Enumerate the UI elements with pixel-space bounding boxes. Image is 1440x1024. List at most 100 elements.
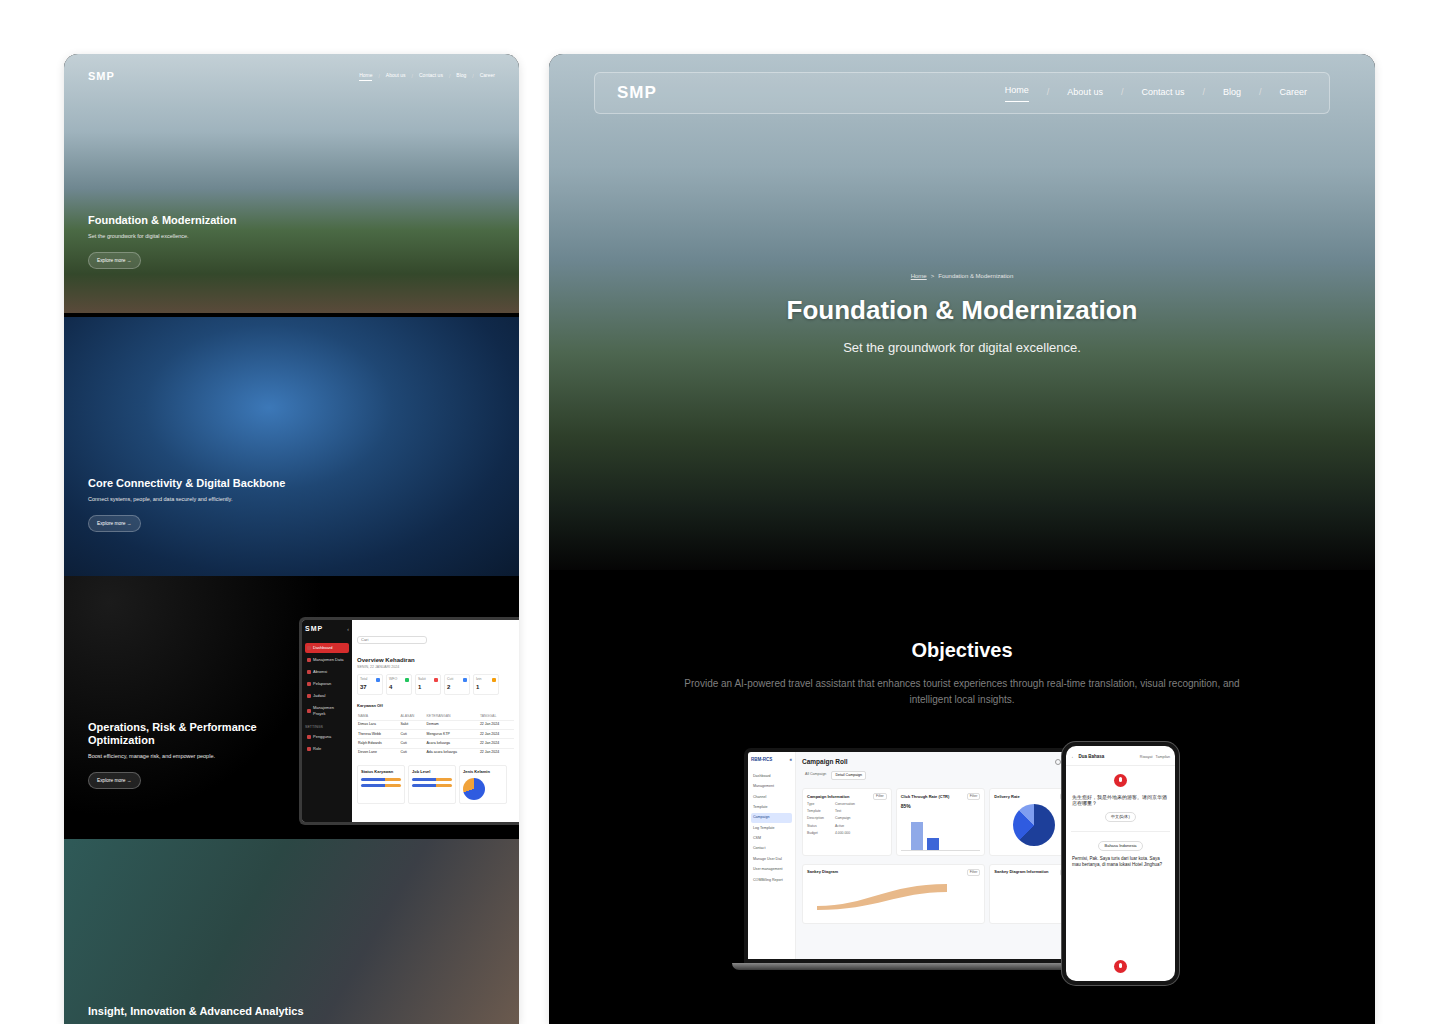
- sidebar-item[interactable]: User management: [751, 865, 792, 874]
- sidebar-item[interactable]: Pengguna: [305, 732, 349, 742]
- stat-label: Cuti: [447, 677, 453, 682]
- table-row[interactable]: Devon LaneCutiAda acara keluarga22 Jan 2…: [357, 748, 514, 757]
- section-subtitle: Connect systems, people, and data secure…: [88, 495, 495, 503]
- search-field[interactable]: [357, 636, 427, 644]
- table-cell: Theresa Webb: [357, 730, 399, 739]
- sidebar-item[interactable]: Channel: [751, 793, 792, 802]
- sidebar-item[interactable]: Log Template: [751, 824, 792, 833]
- breadcrumb-separator: >: [931, 272, 935, 281]
- feature-section: Insight, Innovation & Advanced Analytics: [64, 839, 519, 1024]
- source-language[interactable]: Bahasa Indonesia: [1098, 841, 1142, 851]
- spacer: [88, 853, 495, 1005]
- stat-icon: [376, 678, 380, 682]
- microphone-button[interactable]: [1114, 960, 1127, 973]
- sidebar-label: Dashboard: [313, 645, 333, 651]
- nav-link[interactable]: Contact us: [1141, 86, 1184, 101]
- table-cell: 22 Jan 2024: [479, 730, 514, 739]
- sidebar-item[interactable]: Manajemen Data: [305, 655, 349, 665]
- table-row[interactable]: Theresa WebbCutiMengurus KTP22 Jan 2024: [357, 730, 514, 739]
- info-key: Budget: [807, 831, 831, 836]
- logo[interactable]: SMP: [305, 624, 323, 635]
- microphone-button[interactable]: [1114, 774, 1127, 787]
- explore-button[interactable]: Explore more →: [88, 515, 141, 532]
- collapse-button[interactable]: «: [789, 757, 792, 764]
- collapse-button[interactable]: ‹: [347, 626, 349, 634]
- bell-icon[interactable]: [1055, 759, 1061, 765]
- history-button[interactable]: Riwayat: [1140, 755, 1153, 760]
- stat-icon: [434, 678, 438, 682]
- info-value: Active: [835, 824, 844, 829]
- breadcrumb-home[interactable]: Home: [911, 272, 927, 281]
- sidebar-item[interactable]: Template: [751, 803, 792, 812]
- tabs: All CampaignDetail Campaign: [802, 771, 1079, 780]
- menu-icon: [307, 682, 311, 686]
- section-title: Core Connectivity & Digital Backbone: [88, 477, 495, 490]
- sidebar-item[interactable]: COMBilling Report: [751, 876, 792, 885]
- tab[interactable]: All Campaign: [802, 771, 829, 780]
- section-title: Operations, Risk & Performance Optimizat…: [88, 721, 263, 747]
- sidebar-item[interactable]: CSM: [751, 834, 792, 843]
- stat-head: WFO: [389, 677, 409, 682]
- sidebar-item[interactable]: Management: [751, 782, 792, 791]
- nav-link[interactable]: Contact us: [419, 72, 443, 81]
- column-header: ALASAN: [399, 713, 425, 721]
- table-cell: 22 Jan 2024: [479, 739, 514, 748]
- tab[interactable]: Detail Campaign: [831, 771, 866, 780]
- table-head: NAMAALASANKETERANGANTANGGAL: [357, 713, 514, 721]
- sidebar-item[interactable]: Dashboard: [305, 643, 349, 653]
- filter-button[interactable]: Filter: [967, 793, 981, 800]
- top-nav: SMPHome/About us/Contact us/Blog/Career: [88, 68, 495, 85]
- sidebar-item[interactable]: Dashboard: [751, 772, 792, 781]
- hero-section: SMPHome/About us/Contact us/Blog/CareerH…: [549, 54, 1375, 570]
- explore-button[interactable]: Explore more →: [88, 252, 141, 269]
- table-row[interactable]: Dimas LaraSakitDemam22 Jan 2024: [357, 720, 514, 729]
- top-nav: SMPHome/About us/Contact us/Blog/Career: [594, 72, 1330, 114]
- nav-link[interactable]: Home: [359, 72, 372, 82]
- table-row[interactable]: Ralph EdwardsCutiAcara keluarga22 Jan 20…: [357, 739, 514, 748]
- filter-button[interactable]: Filter: [873, 793, 887, 800]
- sidebar-item[interactable]: Campaign: [751, 813, 792, 822]
- cards-row: Sankey DiagramFilterSankey Diagram Infor…: [800, 860, 1081, 924]
- sidebar-label: Manajemen Data: [313, 657, 343, 663]
- cards-row: Status KaryawanJob LevelJenis Kelamin: [357, 765, 514, 804]
- nav-separator: /: [412, 73, 413, 81]
- sidebar-item[interactable]: Jadwal: [305, 691, 349, 701]
- nav-link[interactable]: About us: [1067, 86, 1103, 101]
- section-subtitle: Set the groundwork for digital excellenc…: [88, 232, 495, 240]
- logo[interactable]: SMP: [617, 80, 657, 106]
- divider: [1071, 831, 1170, 832]
- breadcrumb: Home>Foundation & Modernization: [911, 272, 1014, 281]
- explore-button[interactable]: Explore more →: [88, 772, 141, 789]
- stat-card: WFO4: [386, 674, 412, 694]
- nav-link[interactable]: Blog: [456, 72, 466, 81]
- table-cell: Cuti: [399, 739, 425, 748]
- stat-card: Izin1: [473, 674, 499, 694]
- nav-link[interactable]: About us: [386, 72, 406, 81]
- back-button[interactable]: ←: [1071, 754, 1076, 761]
- display-button[interactable]: Tampilan: [1156, 755, 1170, 760]
- app-main: Campaign Roll All CampaignDetail Campaign…: [796, 752, 1085, 959]
- menu-icon: [307, 747, 311, 751]
- nav-link[interactable]: Blog: [1223, 86, 1241, 101]
- info-row: TemplateTest: [807, 809, 887, 814]
- stat-card: Cuti2: [444, 674, 470, 694]
- logo[interactable]: SMP: [88, 68, 115, 85]
- sidebar-item[interactable]: Manage User Dial: [751, 855, 792, 864]
- status-bar: [412, 784, 452, 787]
- nav-link[interactable]: Home: [1005, 84, 1029, 102]
- stat-value: 1: [476, 683, 496, 692]
- target-language[interactable]: 中文(简体): [1105, 812, 1136, 822]
- nav-link[interactable]: Career: [1279, 86, 1307, 101]
- sidebar-item[interactable]: Contact: [751, 844, 792, 853]
- sidebar-item[interactable]: Role: [305, 744, 349, 754]
- feature-section: Core Connectivity & Digital Backbone Conn…: [64, 317, 519, 576]
- nav-link[interactable]: Career: [480, 72, 495, 81]
- sidebar-item[interactable]: Manajemen Proyek: [305, 703, 349, 719]
- chart-card: Status Karyawan: [357, 765, 405, 804]
- sidebar-item[interactable]: Pelaporan: [305, 679, 349, 689]
- sidebar-item[interactable]: Absensi: [305, 667, 349, 677]
- app-header: Campaign Roll: [802, 757, 1079, 767]
- page-date: SENIN, 22 JANUARI 2024: [357, 665, 514, 670]
- filter-button[interactable]: Filter: [967, 869, 981, 876]
- left-page-preview: SMPHome/About us/Contact us/Blog/CareerF…: [64, 54, 519, 1024]
